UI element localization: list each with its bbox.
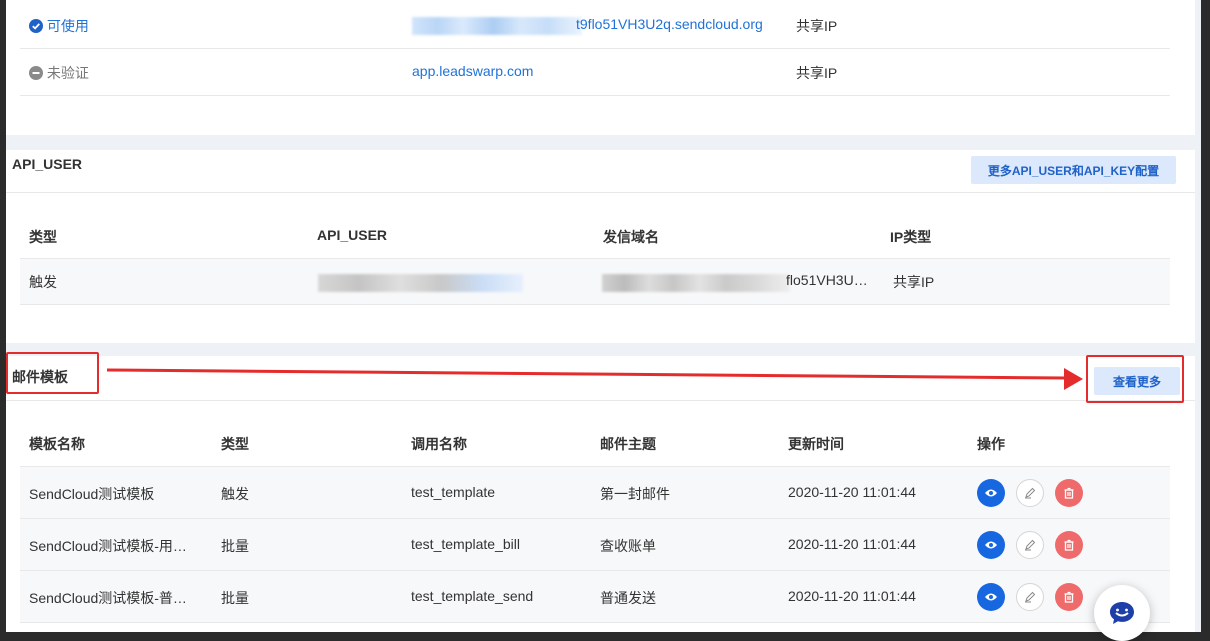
template-updated: 2020-11-20 11:01:44	[788, 536, 916, 552]
edit-button[interactable]	[1016, 479, 1044, 507]
check-circle-icon	[29, 19, 43, 33]
row-domain-suffix: flo51VH3U…	[786, 272, 868, 288]
template-call-name: test_template_bill	[411, 536, 520, 552]
api-user-card: API_USER 更多API_USER和API_KEY配置 类型 API_USE…	[6, 150, 1195, 343]
col-header-subject: 邮件主题	[600, 436, 656, 452]
page-frame: 可使用 t9flo51VH3U2q.sendcloud.org 共享IP 未验证…	[6, 0, 1201, 632]
col-header-call-name: 调用名称	[411, 436, 467, 452]
template-call-name: test_template_send	[411, 588, 534, 604]
col-header-api-user: API_USER	[317, 227, 388, 243]
col-header-domain: 发信域名	[603, 229, 659, 245]
col-header-type: 类型	[29, 229, 57, 245]
eye-icon	[985, 541, 997, 549]
col-header-name: 模板名称	[29, 436, 85, 452]
template-name: SendCloud测试模板-用…	[29, 538, 187, 554]
template-type: 批量	[221, 590, 249, 606]
delete-button[interactable]	[1055, 531, 1083, 559]
pen-icon	[1025, 487, 1036, 499]
template-type: 触发	[221, 486, 249, 502]
redacted-api-user	[318, 274, 523, 292]
chat-icon	[1110, 602, 1134, 624]
template-subject: 查收账单	[600, 538, 656, 554]
row-ip-type: 共享IP	[893, 274, 935, 290]
status-label: 可使用	[46, 18, 89, 34]
edit-button[interactable]	[1016, 583, 1044, 611]
domain-link[interactable]: t9flo51VH3U2q.sendcloud.org	[576, 16, 763, 32]
view-button[interactable]	[977, 479, 1005, 507]
section-title: API_USER	[12, 156, 83, 172]
redacted-domain-prefix	[412, 17, 582, 35]
chat-button[interactable]	[1094, 585, 1150, 641]
status-unverified: 未验证	[29, 63, 89, 83]
status-available: 可使用	[29, 16, 89, 36]
row-type: 触发	[29, 274, 57, 290]
col-header-ip-type: IP类型	[890, 229, 932, 245]
status-label: 未验证	[46, 65, 89, 81]
ip-type: 共享IP	[796, 65, 838, 81]
template-subject: 第一封邮件	[600, 486, 670, 502]
templates-card: 邮件模板 查看更多 模板名称 类型 调用名称 邮件主题 更新时间 操作 Send…	[6, 356, 1195, 632]
view-button[interactable]	[977, 531, 1005, 559]
pen-icon	[1025, 591, 1036, 603]
highlight-box-more	[1086, 355, 1184, 403]
col-header-type: 类型	[221, 436, 249, 452]
eye-icon	[985, 489, 997, 497]
table-row	[20, 258, 1170, 304]
trash-icon	[1064, 591, 1074, 603]
col-header-actions: 操作	[977, 436, 1005, 452]
highlight-box-title	[6, 352, 99, 394]
trash-icon	[1064, 487, 1074, 499]
pen-icon	[1025, 539, 1036, 551]
redacted-domain	[602, 274, 790, 292]
template-subject: 普通发送	[600, 590, 656, 606]
template-updated: 2020-11-20 11:01:44	[788, 484, 916, 500]
more-api-config-button[interactable]: 更多API_USER和API_KEY配置	[971, 156, 1176, 184]
template-type: 批量	[221, 538, 249, 554]
ip-type: 共享IP	[796, 18, 838, 34]
template-updated: 2020-11-20 11:01:44	[788, 588, 916, 604]
template-call-name: test_template	[411, 484, 496, 500]
delete-button[interactable]	[1055, 583, 1083, 611]
delete-button[interactable]	[1055, 479, 1083, 507]
domain-card: 可使用 t9flo51VH3U2q.sendcloud.org 共享IP 未验证…	[6, 0, 1195, 135]
template-name: SendCloud测试模板-普…	[29, 590, 187, 606]
domain-link[interactable]: app.leadswarp.com	[412, 63, 533, 79]
view-button[interactable]	[977, 583, 1005, 611]
eye-icon	[985, 593, 997, 601]
edit-button[interactable]	[1016, 531, 1044, 559]
col-header-updated: 更新时间	[788, 436, 844, 452]
minus-circle-icon	[29, 66, 43, 80]
trash-icon	[1064, 539, 1074, 551]
template-name: SendCloud测试模板	[29, 486, 155, 502]
